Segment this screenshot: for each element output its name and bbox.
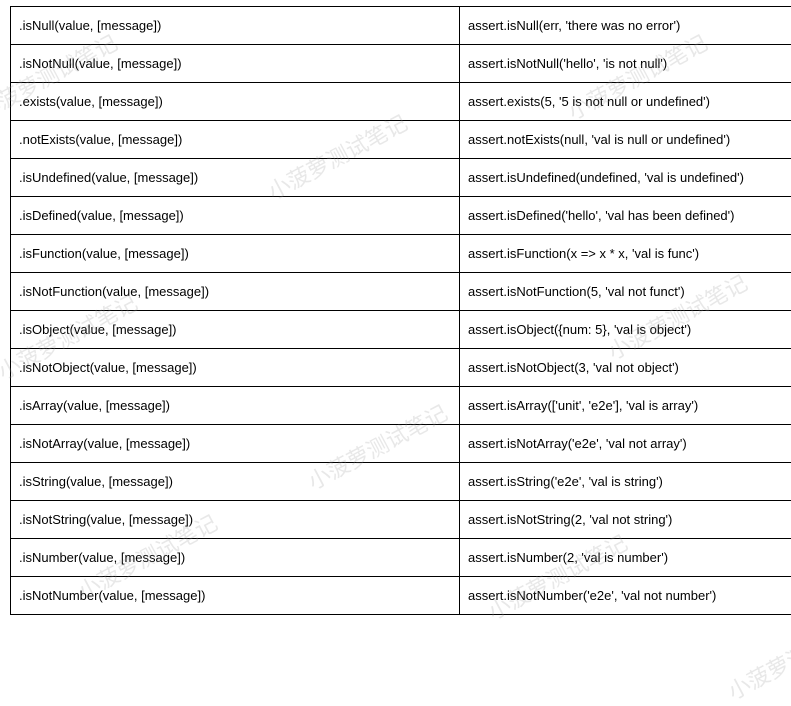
method-example-cell: assert.exists(5, '5 is not null or undef…	[460, 83, 791, 121]
table-row: .isDefined(value, [message])assert.isDef…	[11, 197, 791, 235]
method-signature-cell: .isNotString(value, [message])	[11, 501, 460, 539]
method-example-cell: assert.isNotArray('e2e', 'val not array'…	[460, 425, 791, 463]
table-row: .isNumber(value, [message])assert.isNumb…	[11, 539, 791, 577]
watermark-text: 小菠萝测试笔记	[722, 606, 791, 706]
table-row: .isFunction(value, [message])assert.isFu…	[11, 235, 791, 273]
method-example-cell: assert.isNull(err, 'there was no error')	[460, 7, 791, 45]
method-example-cell: assert.isString('e2e', 'val is string')	[460, 463, 791, 501]
table-row: .exists(value, [message])assert.exists(5…	[11, 83, 791, 121]
method-signature-cell: .isUndefined(value, [message])	[11, 159, 460, 197]
method-signature-cell: .notExists(value, [message])	[11, 121, 460, 159]
table-row: .isNotString(value, [message])assert.isN…	[11, 501, 791, 539]
method-signature-cell: .isNumber(value, [message])	[11, 539, 460, 577]
method-example-cell: assert.isObject({num: 5}, 'val is object…	[460, 311, 791, 349]
method-example-cell: assert.isNotNull('hello', 'is not null')	[460, 45, 791, 83]
table-row: .isNull(value, [message])assert.isNull(e…	[11, 7, 791, 45]
table-row: .isNotNumber(value, [message])assert.isN…	[11, 577, 791, 615]
method-signature-cell: .isNotNumber(value, [message])	[11, 577, 460, 615]
assertion-methods-table: .isNull(value, [message])assert.isNull(e…	[10, 6, 791, 615]
method-signature-cell: .isDefined(value, [message])	[11, 197, 460, 235]
method-signature-cell: .isNotArray(value, [message])	[11, 425, 460, 463]
method-signature-cell: .isFunction(value, [message])	[11, 235, 460, 273]
table-row: .isObject(value, [message])assert.isObje…	[11, 311, 791, 349]
method-signature-cell: .isObject(value, [message])	[11, 311, 460, 349]
method-signature-cell: .isNotNull(value, [message])	[11, 45, 460, 83]
method-example-cell: assert.isDefined('hello', 'val has been …	[460, 197, 791, 235]
method-signature-cell: .isArray(value, [message])	[11, 387, 460, 425]
table-row: .isUndefined(value, [message])assert.isU…	[11, 159, 791, 197]
table-row: .isNotObject(value, [message])assert.isN…	[11, 349, 791, 387]
table-row: .isArray(value, [message])assert.isArray…	[11, 387, 791, 425]
table-row: .isNotArray(value, [message])assert.isNo…	[11, 425, 791, 463]
method-example-cell: assert.isNumber(2, 'val is number')	[460, 539, 791, 577]
table-row: .isNotNull(value, [message])assert.isNot…	[11, 45, 791, 83]
method-example-cell: assert.isNotObject(3, 'val not object')	[460, 349, 791, 387]
method-signature-cell: .isString(value, [message])	[11, 463, 460, 501]
method-example-cell: assert.isNotFunction(5, 'val not funct')	[460, 273, 791, 311]
method-example-cell: assert.isFunction(x => x * x, 'val is fu…	[460, 235, 791, 273]
method-example-cell: assert.isUndefined(undefined, 'val is un…	[460, 159, 791, 197]
method-example-cell: assert.isArray(['unit', 'e2e'], 'val is …	[460, 387, 791, 425]
table-row: .isString(value, [message])assert.isStri…	[11, 463, 791, 501]
table-row: .notExists(value, [message])assert.notEx…	[11, 121, 791, 159]
method-signature-cell: .isNotObject(value, [message])	[11, 349, 460, 387]
method-signature-cell: .exists(value, [message])	[11, 83, 460, 121]
method-example-cell: assert.isNotString(2, 'val not string')	[460, 501, 791, 539]
method-signature-cell: .isNotFunction(value, [message])	[11, 273, 460, 311]
table-row: .isNotFunction(value, [message])assert.i…	[11, 273, 791, 311]
method-signature-cell: .isNull(value, [message])	[11, 7, 460, 45]
method-example-cell: assert.isNotNumber('e2e', 'val not numbe…	[460, 577, 791, 615]
method-example-cell: assert.notExists(null, 'val is null or u…	[460, 121, 791, 159]
